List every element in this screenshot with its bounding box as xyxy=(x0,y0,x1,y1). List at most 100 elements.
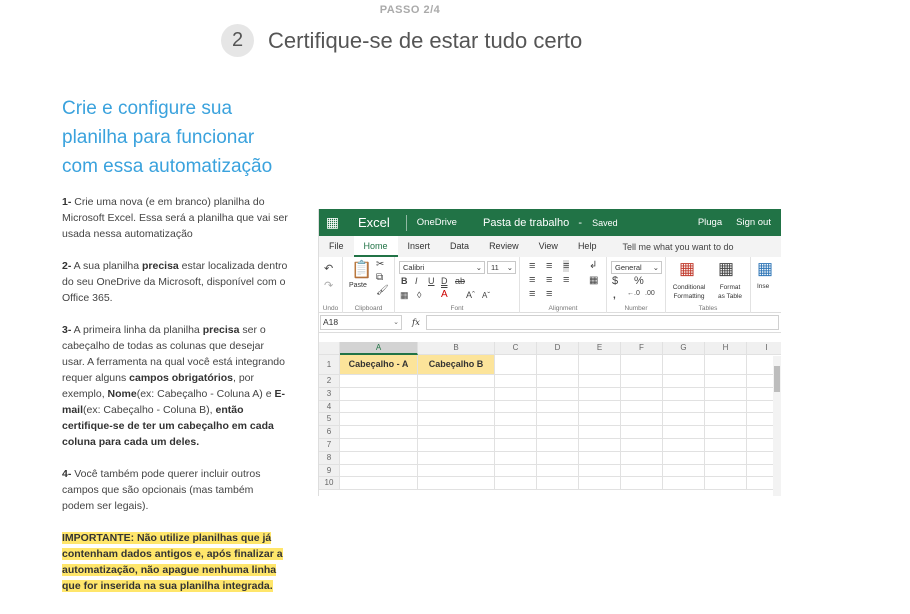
cell[interactable] xyxy=(340,438,418,452)
column-header-b[interactable]: B xyxy=(418,342,495,355)
row-header[interactable]: 4 xyxy=(319,400,340,414)
cell[interactable] xyxy=(495,438,537,452)
column-header-d[interactable]: D xyxy=(537,342,579,355)
conditional-formatting-icon[interactable]: ▦ xyxy=(679,259,695,279)
cell[interactable] xyxy=(418,400,495,414)
column-header-h[interactable]: H xyxy=(705,342,747,355)
double-underline-icon[interactable]: D xyxy=(441,276,448,286)
column-header-i[interactable]: I xyxy=(747,342,781,355)
row-header[interactable]: 6 xyxy=(319,426,340,439)
cell[interactable] xyxy=(537,426,579,439)
cell[interactable] xyxy=(579,355,621,375)
align-right-icon[interactable]: ≡ xyxy=(563,274,569,286)
name-box[interactable]: A18 ⌄ xyxy=(320,315,402,330)
bold-icon[interactable]: B xyxy=(401,276,408,286)
tab-review[interactable]: Review xyxy=(479,236,529,257)
select-all-corner[interactable] xyxy=(319,342,340,355)
scrollbar-thumb[interactable] xyxy=(774,366,780,392)
cell[interactable] xyxy=(340,451,418,465)
cell[interactable] xyxy=(340,387,418,401)
align-middle-icon[interactable]: ≡ xyxy=(546,260,552,272)
cell[interactable] xyxy=(495,464,537,478)
cell[interactable] xyxy=(340,477,418,491)
cell[interactable] xyxy=(340,426,418,439)
cell[interactable] xyxy=(663,400,705,414)
column-header-c[interactable]: C xyxy=(495,342,537,355)
sign-out-link[interactable]: Sign out xyxy=(736,217,771,228)
cell[interactable] xyxy=(537,477,579,491)
cell[interactable] xyxy=(705,355,747,375)
cell[interactable] xyxy=(621,451,663,465)
row-header[interactable]: 3 xyxy=(319,387,340,401)
app-launcher-icon[interactable]: ▦ xyxy=(319,209,346,236)
cell[interactable] xyxy=(495,477,537,491)
vertical-scrollbar[interactable] xyxy=(773,356,781,496)
cell[interactable] xyxy=(663,426,705,439)
cut-icon[interactable]: ✂ xyxy=(376,259,384,270)
cell[interactable] xyxy=(418,477,495,491)
borders-icon[interactable]: ▦ xyxy=(400,290,409,301)
fill-color-icon[interactable]: ◊ xyxy=(417,290,421,300)
cell[interactable] xyxy=(621,438,663,452)
cell[interactable] xyxy=(579,464,621,478)
cell[interactable] xyxy=(705,464,747,478)
conditional-formatting-button[interactable]: Conditional Formatting xyxy=(668,283,710,301)
row-header[interactable]: 9 xyxy=(319,464,340,478)
cell[interactable] xyxy=(340,375,418,388)
increase-font-icon[interactable]: Aˆ xyxy=(466,290,475,300)
decrease-decimal-icon[interactable]: .00 xyxy=(645,290,655,297)
cell[interactable] xyxy=(579,387,621,401)
cell[interactable] xyxy=(495,400,537,414)
increase-decimal-icon[interactable]: ←.0 xyxy=(627,290,640,297)
cell[interactable] xyxy=(340,464,418,478)
cell[interactable] xyxy=(705,400,747,414)
font-size-select[interactable]: 11 ⌄ xyxy=(487,261,516,274)
tab-view[interactable]: View xyxy=(529,236,568,257)
italic-icon[interactable]: I xyxy=(415,276,418,286)
cell[interactable] xyxy=(495,413,537,427)
cell[interactable] xyxy=(537,387,579,401)
cell[interactable] xyxy=(621,387,663,401)
cell[interactable] xyxy=(705,375,747,388)
format-as-table-icon[interactable]: ▦ xyxy=(718,259,734,279)
cell[interactable] xyxy=(621,464,663,478)
user-name[interactable]: Pluga xyxy=(698,217,722,228)
cell[interactable] xyxy=(537,400,579,414)
tell-me-search[interactable]: Tell me what you want to do xyxy=(622,242,733,252)
cell[interactable] xyxy=(663,451,705,465)
onedrive-link[interactable]: OneDrive xyxy=(417,217,457,228)
insert-cells-icon[interactable]: ▦ xyxy=(757,259,773,279)
column-header-e[interactable]: E xyxy=(579,342,621,355)
cell[interactable] xyxy=(495,451,537,465)
cell[interactable] xyxy=(705,387,747,401)
row-header[interactable]: 8 xyxy=(319,451,340,465)
cell-b1[interactable]: Cabeçalho B xyxy=(418,355,495,375)
tab-home[interactable]: Home xyxy=(353,236,398,257)
row-header[interactable]: 2 xyxy=(319,375,340,388)
cell[interactable] xyxy=(663,477,705,491)
cell[interactable] xyxy=(579,426,621,439)
comma-icon[interactable]: , xyxy=(613,290,616,301)
cell[interactable] xyxy=(579,477,621,491)
underline-icon[interactable]: U xyxy=(428,276,435,286)
cell[interactable] xyxy=(621,477,663,491)
cell[interactable] xyxy=(418,375,495,388)
paste-icon[interactable]: 📋 xyxy=(351,260,372,280)
number-format-select[interactable]: General ⌄ xyxy=(611,261,662,274)
row-header[interactable]: 7 xyxy=(319,438,340,452)
copy-icon[interactable]: ⧉ xyxy=(376,272,383,283)
increase-indent-icon[interactable]: ≡ xyxy=(546,288,552,300)
wrap-text-icon[interactable]: ↲ xyxy=(589,260,597,271)
cell[interactable] xyxy=(621,355,663,375)
currency-icon[interactable]: $ xyxy=(612,275,618,287)
cell[interactable] xyxy=(663,387,705,401)
cell[interactable] xyxy=(621,400,663,414)
cell[interactable] xyxy=(418,413,495,427)
cell[interactable] xyxy=(621,375,663,388)
cell[interactable] xyxy=(418,387,495,401)
strikethrough-icon[interactable]: ab xyxy=(455,276,465,286)
insert-label[interactable]: Inse xyxy=(757,283,769,290)
column-header-a[interactable]: A xyxy=(340,342,418,355)
cell[interactable] xyxy=(579,400,621,414)
decrease-font-icon[interactable]: Aˇ xyxy=(482,291,490,300)
